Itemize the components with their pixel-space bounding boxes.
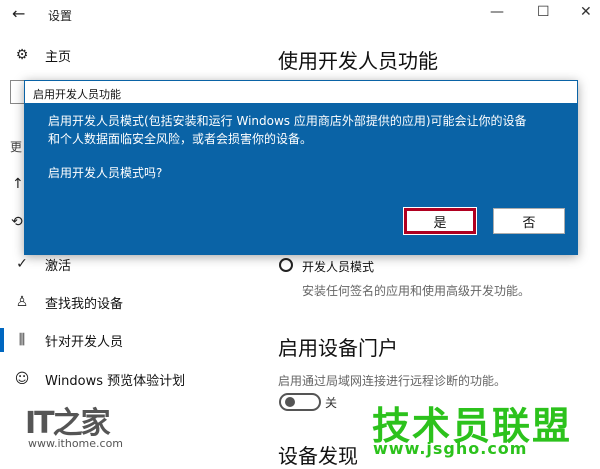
dialog-title-bar: 启用开发人员功能 bbox=[24, 80, 578, 104]
person-icon: ♙ bbox=[15, 294, 29, 310]
maximize-button[interactable]: ☐ bbox=[537, 4, 550, 20]
gear-icon: ⚙ bbox=[15, 47, 29, 63]
sidebar-home[interactable]: ⚙ 主页 bbox=[0, 40, 71, 70]
ithome-url: www.ithome.com bbox=[28, 437, 124, 450]
developer-icon: ⫼ bbox=[18, 332, 26, 348]
sidebar-item-label: 查找我的设备 bbox=[45, 296, 124, 312]
sidebar-item-find-device[interactable]: ♙ 查找我的设备 bbox=[0, 287, 123, 317]
sidebar-item-insider[interactable]: ☺ Windows 预览体验计划 bbox=[0, 364, 185, 394]
dialog-message-line1: 启用开发人员模式(包括安装和运行 Windows 应用商店外部提供的应用)可能会… bbox=[48, 114, 527, 128]
sidebar-item-developers[interactable]: ⫼ 针对开发人员 bbox=[0, 325, 123, 355]
page-title: 使用开发人员功能 bbox=[278, 49, 438, 73]
portal-toggle[interactable] bbox=[279, 393, 321, 411]
dialog-question: 启用开发人员模式吗? bbox=[48, 166, 163, 180]
sidebar-item-label: 针对开发人员 bbox=[45, 334, 124, 350]
sidebar-item-label: 激活 bbox=[45, 258, 72, 274]
window-title: 设置 bbox=[48, 9, 73, 23]
dev-mode-description: 安装任何签名的应用和使用高级开发功能。 bbox=[302, 284, 531, 298]
sidebar-section-partial: 更 bbox=[10, 140, 23, 154]
minimize-button[interactable]: — bbox=[490, 4, 504, 20]
activation-icon: ✓ bbox=[16, 256, 28, 272]
update-icon: ↑ bbox=[12, 176, 24, 192]
sidebar-home-label: 主页 bbox=[45, 49, 72, 65]
title-bar: ← 设置 — ☐ ✕ bbox=[0, 0, 600, 28]
yes-button[interactable]: 是 bbox=[403, 207, 477, 235]
dev-mode-label: 开发人员模式 bbox=[302, 260, 375, 274]
ithome-logo: IT之家 bbox=[25, 406, 111, 441]
search-box-edge[interactable] bbox=[10, 80, 24, 104]
dialog-title: 启用开发人员功能 bbox=[33, 88, 121, 101]
insider-icon: ☺ bbox=[14, 371, 30, 387]
portal-description: 启用通过局域网连接进行远程诊断的功能。 bbox=[278, 374, 507, 388]
back-icon[interactable]: ← bbox=[12, 4, 25, 23]
toggle-knob bbox=[285, 397, 295, 407]
sidebar-item-label: Windows 预览体验计划 bbox=[45, 373, 186, 389]
no-button[interactable]: 否 bbox=[493, 208, 565, 234]
close-button[interactable]: ✕ bbox=[580, 4, 592, 20]
history-icon: ⟲ bbox=[11, 214, 23, 230]
portal-heading: 启用设备门户 bbox=[278, 336, 398, 360]
portal-toggle-state: 关 bbox=[325, 396, 338, 410]
developer-mode-dialog: 启用开发人员功能 启用开发人员模式(包括安装和运行 Windows 应用商店外部… bbox=[24, 80, 578, 255]
dev-mode-radio[interactable] bbox=[279, 258, 293, 272]
jsgho-url: www.jsgho.com bbox=[373, 439, 528, 458]
dialog-message-line2: 和个人数据面临安全风险，或者会损害你的设备。 bbox=[48, 132, 313, 146]
